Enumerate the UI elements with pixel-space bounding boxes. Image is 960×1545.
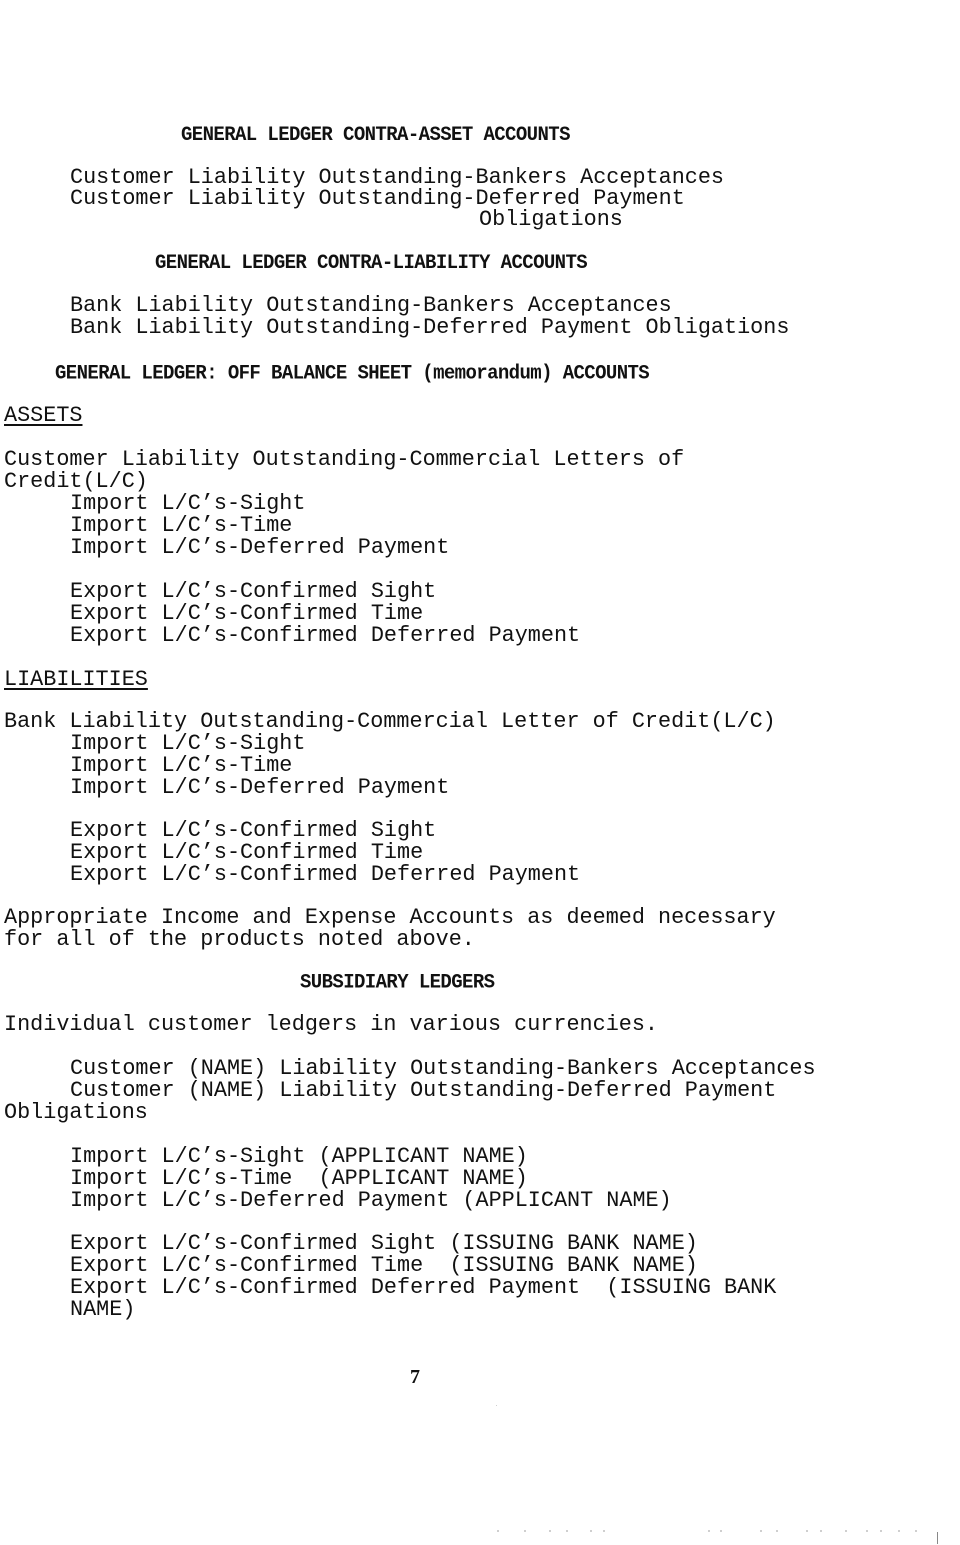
liabilities-import-item: Import L/C’s-Time — [70, 753, 293, 778]
liabilities-title: Bank Liability Outstanding-Commercial Le… — [4, 709, 776, 734]
scan-speck — [776, 1530, 778, 1532]
subsidiary-import-item: Import L/C’s-Time (APPLICANT NAME) — [70, 1166, 528, 1191]
liabilities-export-item: Export L/C’s-Confirmed Sight — [70, 818, 437, 843]
assets-export-item: Export L/C’s-Confirmed Time — [70, 601, 424, 626]
scan-mark — [937, 1532, 938, 1544]
assets-title-cont: Credit(L/C) — [4, 469, 148, 494]
subsidiary-export-item: Export L/C’s-Confirmed Sight (ISSUING BA… — [70, 1231, 698, 1256]
assets-import-item: Import L/C’s-Sight — [70, 491, 306, 516]
subsidiary-import-item: Import L/C’s-Deferred Payment (APPLICANT… — [70, 1188, 672, 1213]
liabilities-export-item: Export L/C’s-Confirmed Deferred Payment — [70, 862, 581, 887]
subsidiary-customer-line: Customer (NAME) Liability Outstanding-De… — [70, 1078, 777, 1103]
subsidiary-import-item: Import L/C’s-Sight (APPLICANT NAME) — [70, 1144, 528, 1169]
scan-speck — [549, 1530, 551, 1532]
liabilities-export-item: Export L/C’s-Confirmed Time — [70, 840, 424, 865]
assets-import-item: Import L/C’s-Deferred Payment — [70, 535, 450, 560]
contra-liability-line: Bank Liability Outstanding-Deferred Paym… — [70, 315, 790, 340]
scan-speck — [866, 1530, 868, 1532]
subsidiary-export-item: Export L/C’s-Confirmed Deferred Payment … — [70, 1275, 777, 1300]
heading-contra-asset: GENERAL LEDGER CONTRA-ASSET ACCOUNTS — [181, 123, 570, 147]
subsidiary-customer-line: Customer (NAME) Liability Outstanding-Ba… — [70, 1056, 816, 1081]
liabilities-import-item: Import L/C’s-Sight — [70, 731, 306, 756]
income-expense-note-cont: for all of the products noted above. — [4, 927, 475, 952]
subsidiary-customer-line: Obligations — [4, 1100, 148, 1125]
contra-liability-line: Bank Liability Outstanding-Bankers Accep… — [70, 293, 672, 318]
heading-subsidiary-ledgers: SUBSIDIARY LEDGERS — [300, 970, 495, 994]
heading-off-balance-sheet: GENERAL LEDGER: OFF BALANCE SHEET (memor… — [55, 361, 650, 385]
scan-speck — [915, 1530, 917, 1532]
income-expense-note: Appropriate Income and Expense Accounts … — [4, 905, 776, 930]
scan-speck — [603, 1530, 605, 1532]
contra-asset-line: Obligations — [479, 207, 623, 232]
scan-speck — [497, 1530, 499, 1532]
scan-speck — [566, 1530, 568, 1532]
page-number: 7 — [410, 1366, 420, 1388]
scan-speck — [708, 1530, 710, 1532]
subsidiary-intro: Individual customer ledgers in various c… — [4, 1012, 659, 1037]
scan-speck — [496, 1405, 497, 1406]
scan-speck — [806, 1530, 808, 1532]
subsidiary-export-item: Export L/C’s-Confirmed Time (ISSUING BAN… — [70, 1253, 698, 1278]
liabilities-import-item: Import L/C’s-Deferred Payment — [70, 775, 450, 800]
subsidiary-export-item: NAME) — [70, 1297, 136, 1322]
scan-speck — [760, 1530, 762, 1532]
scan-speck — [880, 1530, 882, 1532]
liabilities-label: LIABILITIES — [4, 667, 148, 692]
assets-export-item: Export L/C’s-Confirmed Deferred Payment — [70, 623, 581, 648]
scan-speck — [898, 1530, 900, 1532]
assets-title: Customer Liability Outstanding-Commercia… — [4, 447, 685, 472]
heading-contra-liability: GENERAL LEDGER CONTRA-LIABILITY ACCOUNTS — [155, 251, 588, 275]
scan-speck — [590, 1530, 592, 1532]
assets-import-item: Import L/C’s-Time — [70, 513, 293, 538]
assets-export-item: Export L/C’s-Confirmed Sight — [70, 579, 437, 604]
scan-speck — [720, 1530, 722, 1532]
scan-speck — [820, 1530, 822, 1532]
scan-speck — [845, 1530, 847, 1532]
assets-label: ASSETS — [4, 403, 83, 428]
scan-speck — [524, 1530, 526, 1532]
